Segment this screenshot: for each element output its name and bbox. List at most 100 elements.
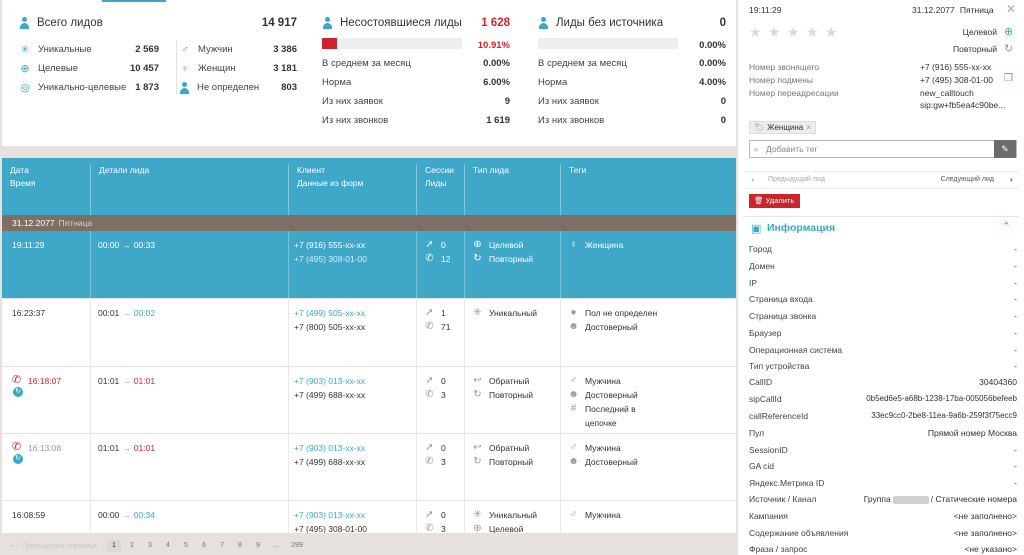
client-phone-link[interactable]: +7 (903) 013-xx-xx xyxy=(294,508,367,522)
client-phone-link[interactable]: +7 (916) 555-xx-xx xyxy=(294,238,367,252)
missed-call-icon: ✆ ↻ xyxy=(12,441,23,464)
rating-star-icon[interactable]: ★ xyxy=(806,24,819,41)
unknown-source-person-icon xyxy=(538,17,549,29)
header-client[interactable]: Клиент Данные из форм xyxy=(288,164,416,215)
row-sessions: ➚ 0 ✆ 12 xyxy=(425,239,451,264)
rating-star-icon[interactable]: ★ xyxy=(749,24,762,41)
failed-leads-value: 1 628 xyxy=(481,17,510,29)
stat-male[interactable]: ♂ Мужчин 3 386 xyxy=(179,40,297,59)
failed-person-icon xyxy=(322,17,333,29)
info-browser: Браузер - xyxy=(749,328,1017,338)
page-last[interactable]: 299 xyxy=(287,540,307,552)
header-tags[interactable]: Теги xyxy=(560,164,736,215)
header-lead-type[interactable]: Тип лида xyxy=(464,164,560,215)
copy-icon[interactable]: ❐ xyxy=(1004,73,1013,84)
next-lead-link[interactable]: Следующий лид xyxy=(941,176,994,183)
info-title: Информация xyxy=(767,222,836,234)
delete-button[interactable]: 🗑 Удалить xyxy=(749,194,801,208)
page-4[interactable]: 4 xyxy=(161,540,175,552)
chevron-up-icon[interactable]: ⌃ xyxy=(1002,220,1011,233)
prev-lead-icon[interactable]: ◐ xyxy=(751,175,756,184)
info-device-type: Тип устройства - xyxy=(749,361,1017,371)
repeat-icon: ↻ xyxy=(473,389,482,400)
client-phone-link[interactable]: +7 (903) 013-xx-xx xyxy=(294,374,365,388)
asterisk-icon: ✳ xyxy=(473,307,482,318)
page-7[interactable]: 7 xyxy=(215,540,229,552)
rating-star-icon[interactable]: ★ xyxy=(825,24,838,41)
unique-target-icon: ◎ xyxy=(20,81,30,94)
table-row[interactable]: 16:08:59 00:00 → 00:34 +7 (903) 013-xx-xx +… xyxy=(2,501,736,533)
phone-icon: ✆ xyxy=(425,523,434,533)
client-phone-link[interactable]: +7 (499) 505-xx-xx xyxy=(294,306,365,320)
header-date-time[interactable]: Дата Время xyxy=(2,164,94,215)
info-phrase: Фраза / запрос <не указано> xyxy=(749,544,1017,554)
page-9[interactable]: 9 xyxy=(251,540,265,552)
cursor-icon: ➚ xyxy=(425,375,434,386)
close-icon[interactable]: ✕ xyxy=(1006,2,1016,16)
no-source-bar xyxy=(538,38,678,49)
prev-page-link[interactable]: ⟵ Предыдущая страница xyxy=(10,542,97,550)
row-sessions: ➚ 0 ✆ 3 xyxy=(425,442,446,467)
robot-icon: ☻ xyxy=(568,321,579,332)
stat-target[interactable]: ⊕ Целевые 10 457 xyxy=(19,59,159,78)
app: Всего лидов 14 917 ✳ Уникальные 2 569 ⊕ Цел… xyxy=(0,0,1024,555)
page-1[interactable]: 1 xyxy=(106,540,121,552)
page-8[interactable]: 8 xyxy=(233,540,247,552)
forward-number-value: new_calltouch xyxy=(920,88,974,98)
table-row[interactable]: 19:11:29 00:00 → 00:33 +7 (916) 555-xx-xx +… xyxy=(2,231,736,299)
stat-unique-target[interactable]: ◎ Уникально-целевые 1 873 xyxy=(19,78,159,97)
repeat-icon: ↻ xyxy=(1004,43,1014,55)
stats-gender-breakdown: ♂ Мужчин 3 386 ♀ Женщин 3 181 Не определен 80… xyxy=(179,40,297,97)
info-ga-cid: GA cid - xyxy=(749,461,1017,471)
failed-leads-bar xyxy=(322,38,462,49)
header-details[interactable]: Детали лида xyxy=(90,164,288,215)
table-row[interactable]: ✆ ↻ 16:13:08 01:01 → 01:01 +7 (903) 013-xx-x… xyxy=(2,434,736,501)
info-section-header[interactable]: ▣ Информация ⌃ xyxy=(743,216,1019,238)
add-tag-button[interactable]: ✎ xyxy=(994,140,1016,158)
info-call-reference-id: callReferenceId 33ec9cc0-2be8-11ea-9a6b-2… xyxy=(749,411,1017,421)
target-icon: ⊕ xyxy=(473,523,482,533)
prev-lead-link[interactable]: Предыдущий лид xyxy=(768,176,825,183)
row-client: +7 (903) 013-xx-xx +7 (499) 688-xx-xx xyxy=(294,374,365,402)
next-lead-icon[interactable]: ◑ xyxy=(1008,175,1013,184)
pagination: ⟵ Предыдущая страница 1 2 3 4 5 6 7 8 9 … xyxy=(2,537,736,555)
page-5[interactable]: 5 xyxy=(179,540,193,552)
row-lead-type: ✳ Уникальный ⊕ Целевой xyxy=(472,508,537,533)
add-tag-input[interactable]: ⌕ Добавить тег ✎ xyxy=(749,140,1017,158)
page-2[interactable]: 2 xyxy=(125,540,139,552)
table-row[interactable]: 16:23:37 00:01 → 00:02 +7 (499) 505-xx-xx +… xyxy=(2,299,736,367)
replacement-phone: +7 (800) 505-xx-xx xyxy=(294,322,366,332)
client-phone-link[interactable]: +7 (903) 013-xx-xx xyxy=(294,441,365,455)
page-6[interactable]: 6 xyxy=(197,540,211,552)
stat-female[interactable]: ♀ Женщин 3 181 xyxy=(179,59,297,78)
lead-time: 19:11:29 xyxy=(749,5,782,15)
page-3[interactable]: 3 xyxy=(143,540,157,552)
row-time: 16:08:59 xyxy=(12,510,46,520)
replacement-phone: +7 (499) 688-xx-xx xyxy=(294,457,366,467)
stat-undefined-gender[interactable]: Не определен 803 xyxy=(179,78,297,97)
row-time: 19:11:29 xyxy=(12,240,45,250)
phone-icon: ✆ xyxy=(425,321,434,332)
row-lead-type: ↩ Обратный ↻ Повторный xyxy=(473,442,533,467)
callback-badge-icon: ↻ xyxy=(13,454,23,464)
failed-leads-bar-fill xyxy=(322,38,338,49)
cursor-icon: ➚ xyxy=(425,509,434,520)
header-sessions[interactable]: Сессии Лиды xyxy=(416,164,464,215)
arrow-right-icon: → xyxy=(122,510,131,520)
table-row[interactable]: ✆ ↻ 16:18:07 01:01 → 01:01 +7 (903) 013-xx-x… xyxy=(2,367,736,434)
info-yandex-metrika-id: Яндекс.Метрика ID - xyxy=(749,478,1017,488)
remove-tag-icon[interactable]: × xyxy=(806,122,811,133)
replacement-number-value: +7 (495) 308-01-00 xyxy=(920,75,994,85)
rating-star-icon[interactable]: ★ xyxy=(768,24,781,41)
cursor-icon: ➚ xyxy=(425,239,434,250)
rating-star-icon[interactable]: ★ xyxy=(787,24,800,41)
row-time: ✆ ↻ 16:13:08 xyxy=(12,441,62,464)
forward-number-label: Номер переадресации xyxy=(749,88,839,98)
target-icon: ⊕ xyxy=(473,239,482,250)
leads-table-header: Дата Время Детали лида Клиент Данные из фо… xyxy=(2,158,736,215)
info-ad-content: Содержание объявления <не заполнено> xyxy=(749,528,1017,538)
robot-icon: ☻ xyxy=(568,456,579,467)
male-icon: ♂ xyxy=(569,375,578,386)
search-icon: ⌕ xyxy=(754,144,759,154)
stat-unique[interactable]: ✳ Уникальные 2 569 xyxy=(19,40,159,59)
